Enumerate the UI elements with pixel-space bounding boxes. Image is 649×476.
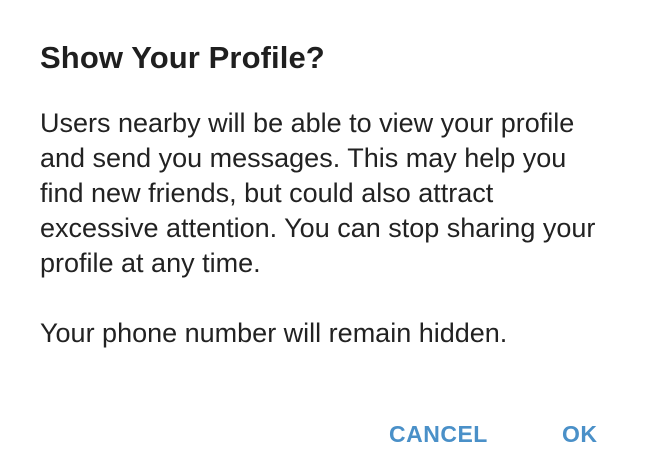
cancel-button[interactable]: CANCEL [389,414,488,454]
show-profile-dialog: Show Your Profile? Users nearby will be … [0,0,649,476]
dialog-message: Users nearby will be able to view your p… [40,106,600,351]
ok-button[interactable]: OK [562,414,598,454]
dialog-actions: CANCEL OK [0,414,649,454]
dialog-title: Show Your Profile? [40,40,325,75]
message-paragraph-2: Your phone number will remain hidden. [40,318,508,348]
message-paragraph-1: Users nearby will be able to view your p… [40,108,596,278]
